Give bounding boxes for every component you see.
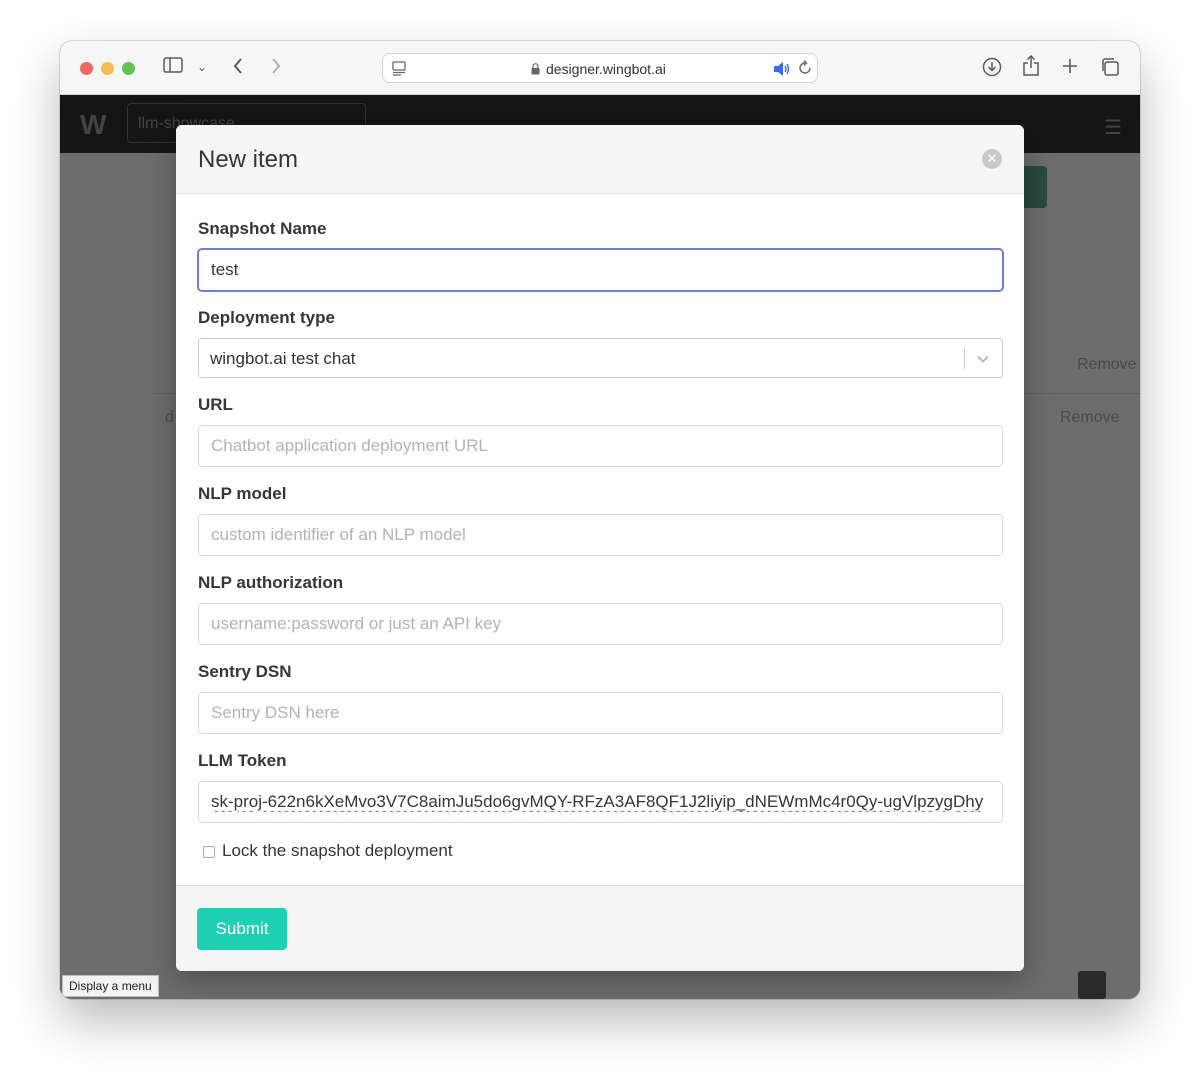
wingbot-logo: W bbox=[80, 109, 107, 140]
nlp-authorization-label: NLP authorization bbox=[198, 573, 344, 592]
new-tab-icon[interactable] bbox=[1061, 57, 1079, 79]
modal-footer: Submit bbox=[176, 885, 1024, 971]
deployment-type-label: Deployment type bbox=[198, 308, 335, 327]
url-text: designer.wingbot.ai bbox=[546, 61, 666, 77]
download-icon[interactable] bbox=[982, 57, 1002, 81]
snapshot-name-label: Snapshot Name bbox=[198, 219, 327, 238]
tab-overview-icon[interactable] bbox=[1100, 57, 1120, 81]
close-window-button[interactable] bbox=[80, 62, 93, 75]
row-initial: d bbox=[165, 409, 174, 426]
nlp-authorization-input[interactable] bbox=[198, 603, 1003, 645]
speaker-icon[interactable] bbox=[773, 61, 791, 82]
url-input[interactable] bbox=[198, 425, 1003, 467]
lock-icon bbox=[531, 63, 540, 75]
remove-link: Remove bbox=[1060, 409, 1120, 426]
lock-snapshot-checkbox[interactable] bbox=[203, 846, 215, 858]
llm-token-input[interactable] bbox=[198, 781, 1003, 823]
nlp-model-input[interactable] bbox=[198, 514, 1003, 556]
submit-button[interactable]: Submit bbox=[197, 908, 287, 950]
deployment-type-select[interactable]: wingbot.ai test chat bbox=[198, 338, 1003, 378]
remove-link: Remove bbox=[1077, 356, 1137, 373]
reader-icon[interactable] bbox=[391, 60, 407, 81]
corner-button bbox=[1078, 971, 1106, 999]
minimize-window-button[interactable] bbox=[101, 62, 114, 75]
sentry-dsn-input[interactable] bbox=[198, 692, 1003, 734]
display-menu-tooltip: Display a menu bbox=[62, 975, 159, 997]
sentry-dsn-label: Sentry DSN bbox=[198, 662, 292, 681]
deployment-type-value: wingbot.ai test chat bbox=[210, 349, 356, 368]
chevron-down-icon[interactable] bbox=[976, 352, 990, 366]
browser-toolbar: ⌄ designer.wingbot.ai bbox=[60, 41, 1140, 95]
share-icon[interactable] bbox=[1022, 54, 1040, 81]
zoom-window-button[interactable] bbox=[122, 62, 135, 75]
chevron-down-icon[interactable]: ⌄ bbox=[197, 57, 207, 77]
lock-snapshot-label[interactable]: Lock the snapshot deployment bbox=[222, 841, 453, 861]
back-icon[interactable] bbox=[232, 57, 244, 79]
modal-title: New item bbox=[198, 146, 299, 173]
modal-header: New item ✕ bbox=[176, 125, 1024, 194]
sidebar-toggle-icon[interactable] bbox=[163, 57, 183, 77]
address-bar[interactable]: designer.wingbot.ai bbox=[382, 53, 818, 83]
close-icon: ✕ bbox=[986, 151, 998, 166]
close-modal-button[interactable]: ✕ bbox=[982, 149, 1002, 169]
reload-icon[interactable] bbox=[797, 60, 813, 81]
new-item-modal: New item ✕ Snapshot Name Deployment type… bbox=[176, 125, 1024, 971]
menu-icon[interactable]: ☰ bbox=[1104, 115, 1122, 140]
snapshot-name-input[interactable] bbox=[198, 249, 1003, 291]
nlp-model-label: NLP model bbox=[198, 484, 287, 503]
select-separator bbox=[964, 348, 965, 369]
forward-icon[interactable] bbox=[270, 57, 282, 79]
url-label: URL bbox=[198, 395, 233, 414]
llm-token-label: LLM Token bbox=[198, 751, 287, 770]
